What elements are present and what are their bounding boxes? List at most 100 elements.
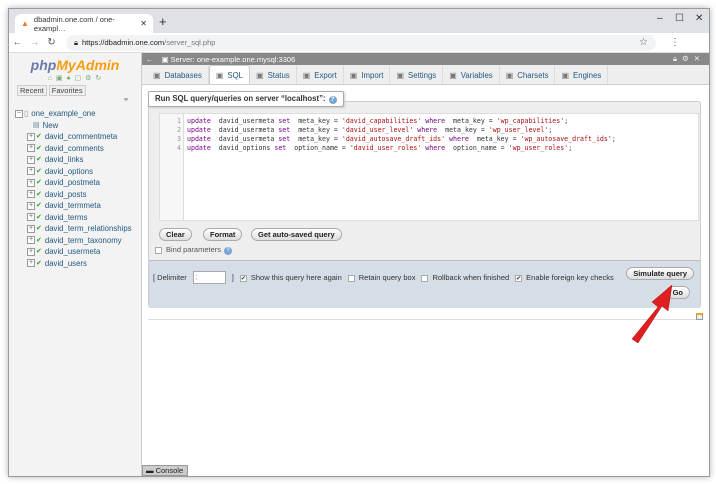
help-icon[interactable]: ?	[328, 96, 337, 104]
tab-import[interactable]: ▣ Import	[344, 66, 391, 84]
table-item[interactable]: + ✔ david_posts	[15, 189, 132, 201]
database-item[interactable]: − ▯ one_example_one	[15, 108, 132, 120]
sidebar-toolbar-icons[interactable]: ⌂ ▣ ● ▢ ⚙ ↻	[9, 74, 141, 82]
table-item[interactable]: + ✔ david_comments	[15, 143, 132, 155]
link-icon[interactable]: ⚭	[123, 96, 129, 104]
pma-logo[interactable]: phpMyAdmin	[9, 57, 141, 73]
help-icon[interactable]: ?	[224, 247, 233, 255]
bind-parameters-checkbox[interactable]	[155, 246, 162, 254]
code-token: 'david_user_roles'	[349, 144, 422, 152]
tab-charsets[interactable]: ▣ Charsets	[500, 66, 556, 84]
format-button[interactable]: Format	[203, 228, 243, 241]
table-item[interactable]: + ✔ david_term_taxonomy	[15, 235, 132, 247]
bookmark-star-icon[interactable]: ☆	[639, 37, 648, 48]
expand-icon[interactable]: +	[27, 259, 35, 268]
retain-query-box-checkbox[interactable]	[347, 274, 355, 282]
expand-icon[interactable]: +	[27, 167, 35, 176]
tab-databases[interactable]: ▣ Databases	[147, 66, 209, 84]
table-item[interactable]: + ✔ david_options	[15, 166, 132, 178]
code-token: ;	[568, 144, 573, 152]
table-name: david_term_relationships	[44, 224, 132, 233]
favorites-button[interactable]: Favorites	[48, 85, 86, 96]
table-icon: ✔	[36, 156, 42, 163]
code-token: meta_key =	[290, 135, 342, 143]
expand-icon[interactable]: +	[27, 178, 35, 187]
close-window-button[interactable]: ✕	[695, 13, 703, 24]
tab-label: Settings	[408, 70, 437, 80]
sql-icon: ▣	[215, 70, 224, 80]
table-item[interactable]: + ✔ david_links	[15, 154, 132, 166]
new-table-item[interactable]: ▤ New	[15, 120, 132, 132]
code-token: david_options	[210, 144, 275, 152]
maximize-button[interactable]: ☐	[675, 13, 684, 24]
delimiter-input[interactable]: ;	[192, 271, 226, 284]
show-query-again-checkbox[interactable]: ✔	[239, 274, 247, 282]
table-name: david_options	[44, 166, 93, 176]
sql-editor[interactable]: 1234 update david_usermeta set meta_key …	[159, 113, 699, 221]
engines-icon: ▣	[561, 70, 570, 80]
url-input[interactable]: 🔒︎ https://dbadmin.one.com/server_sql.php…	[66, 34, 656, 51]
tab-sql[interactable]: ▣ SQL	[208, 65, 251, 84]
simulate-query-button[interactable]: Simulate query	[626, 267, 694, 280]
console-toggle[interactable]: ▬ Console	[142, 465, 188, 476]
expand-icon[interactable]: +	[27, 224, 35, 233]
get-autosaved-query-button[interactable]: Get auto-saved query	[251, 228, 342, 241]
expand-icon[interactable]: +	[27, 144, 35, 153]
tab-export[interactable]: ▣ Export	[297, 66, 344, 84]
server-icon: ▣	[161, 54, 169, 64]
recent-button[interactable]: Recent	[17, 85, 47, 96]
table-item[interactable]: + ✔ david_terms	[15, 212, 132, 224]
delimiter-close: ]	[231, 273, 234, 282]
expand-icon[interactable]: +	[27, 201, 35, 210]
sql-code[interactable]: update david_usermeta set meta_key = 'da…	[187, 117, 616, 153]
table-icon: ✔	[36, 259, 42, 267]
expand-icon[interactable]: +	[27, 155, 35, 164]
expand-icon[interactable]: +	[27, 213, 35, 222]
wrench-icon: ▣	[396, 70, 405, 80]
menu-icon[interactable]: ⋮	[670, 37, 680, 48]
table-icon: ✔	[36, 236, 42, 244]
tab-engines[interactable]: ▣ Engines	[555, 66, 609, 84]
tab-settings[interactable]: ▣ Settings	[390, 66, 444, 84]
table-item[interactable]: + ✔ david_term_relationships	[15, 223, 132, 235]
close-tab-icon[interactable]: ✕	[140, 19, 147, 28]
server-title[interactable]: Server: one-example.one.mysql:3306	[171, 55, 296, 64]
forward-icon[interactable]: →	[26, 37, 43, 48]
collapse-icon[interactable]: ←	[146, 55, 154, 64]
expand-icon[interactable]: +	[27, 236, 35, 245]
reload-icon[interactable]: ↻	[43, 37, 60, 48]
expand-icon[interactable]: +	[27, 190, 35, 199]
foreign-key-checks-checkbox[interactable]: ✔	[515, 274, 523, 282]
new-tab-button[interactable]: +	[159, 14, 167, 29]
server-bar-icons[interactable]: 🔒︎⚙✕	[673, 54, 705, 64]
browser-tab[interactable]: ▲ dbadmin.one.com / one-exampl… ✕	[15, 14, 153, 33]
table-item[interactable]: + ✔ david_users	[15, 258, 132, 270]
expand-icon[interactable]: +	[27, 132, 35, 141]
bookmark-note-icon[interactable]	[696, 313, 703, 320]
bind-parameters-label: Bind parameters	[166, 245, 222, 254]
minimize-button[interactable]: –	[657, 13, 663, 24]
rollback-checkbox[interactable]	[421, 274, 429, 282]
tab-variables[interactable]: ▣ Variables	[443, 66, 500, 84]
tab-label: Charsets	[517, 70, 549, 80]
table-item[interactable]: + ✔ david_termmeta	[15, 200, 132, 212]
back-icon[interactable]: ←	[9, 37, 26, 48]
table-name: david_posts	[44, 189, 87, 199]
table-item[interactable]: + ✔ david_usermeta	[15, 246, 132, 258]
tab-label: Import	[361, 70, 384, 80]
table-icon: ✔	[36, 167, 42, 175]
code-token: where	[421, 117, 446, 125]
tab-label: Variables	[460, 70, 493, 80]
table-item[interactable]: + ✔ david_postmeta	[15, 177, 132, 189]
clear-button[interactable]: Clear	[159, 228, 192, 241]
main-tabs: ▣ Databases ▣ SQL ▣ Status ▣ Export ▣ Import ▣ Sett…	[142, 65, 709, 85]
table-item[interactable]: + ✔ david_commentmeta	[15, 131, 132, 143]
code-token: david_usermeta	[210, 126, 279, 134]
database-tree: − ▯ one_example_one ▤ New + ✔ david_commentme…	[15, 108, 132, 269]
tab-status[interactable]: ▣ Status	[250, 66, 297, 84]
url-host: https://dbadmin.one.com	[82, 38, 165, 47]
expand-icon[interactable]: +	[27, 247, 35, 256]
tab-label: Export	[314, 70, 337, 80]
server-bar: ← ▣ Server: one-example.one.mysql:3306 🔒︎⚙✕	[142, 53, 709, 65]
rollback-label: Rollback when finished	[432, 273, 510, 282]
